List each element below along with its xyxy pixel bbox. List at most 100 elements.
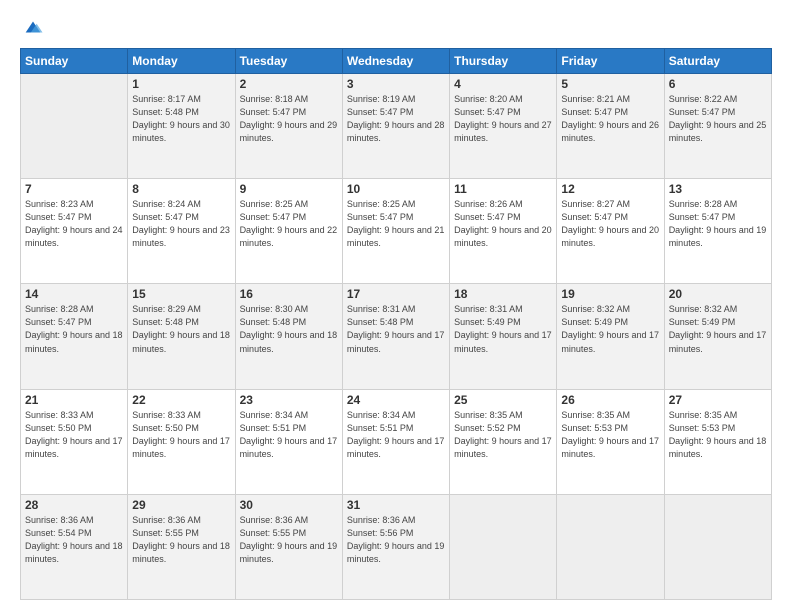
weekday-header: Saturday	[664, 49, 771, 74]
day-number: 6	[669, 77, 767, 91]
day-number: 25	[454, 393, 552, 407]
calendar-day-cell: 8 Sunrise: 8:24 AMSunset: 5:47 PMDaylight…	[128, 179, 235, 284]
day-info: Sunrise: 8:27 AMSunset: 5:47 PMDaylight:…	[561, 198, 659, 250]
day-number: 12	[561, 182, 659, 196]
day-info: Sunrise: 8:36 AMSunset: 5:55 PMDaylight:…	[132, 514, 230, 566]
day-info: Sunrise: 8:34 AMSunset: 5:51 PMDaylight:…	[240, 409, 338, 461]
weekday-header: Wednesday	[342, 49, 449, 74]
day-number: 10	[347, 182, 445, 196]
day-info: Sunrise: 8:35 AMSunset: 5:53 PMDaylight:…	[561, 409, 659, 461]
day-info: Sunrise: 8:32 AMSunset: 5:49 PMDaylight:…	[561, 303, 659, 355]
calendar-day-cell: 9 Sunrise: 8:25 AMSunset: 5:47 PMDaylight…	[235, 179, 342, 284]
calendar-day-cell	[557, 494, 664, 599]
day-number: 14	[25, 287, 123, 301]
day-info: Sunrise: 8:33 AMSunset: 5:50 PMDaylight:…	[132, 409, 230, 461]
day-number: 24	[347, 393, 445, 407]
day-info: Sunrise: 8:25 AMSunset: 5:47 PMDaylight:…	[347, 198, 445, 250]
day-number: 9	[240, 182, 338, 196]
day-number: 19	[561, 287, 659, 301]
day-number: 3	[347, 77, 445, 91]
day-number: 8	[132, 182, 230, 196]
calendar-day-cell: 14 Sunrise: 8:28 AMSunset: 5:47 PMDayligh…	[21, 284, 128, 389]
page: SundayMondayTuesdayWednesdayThursdayFrid…	[0, 0, 792, 612]
logo-icon	[22, 16, 44, 38]
calendar-day-cell	[450, 494, 557, 599]
day-number: 5	[561, 77, 659, 91]
day-number: 21	[25, 393, 123, 407]
day-info: Sunrise: 8:33 AMSunset: 5:50 PMDaylight:…	[25, 409, 123, 461]
header	[20, 16, 772, 38]
day-number: 13	[669, 182, 767, 196]
day-number: 28	[25, 498, 123, 512]
logo	[20, 16, 44, 38]
day-number: 18	[454, 287, 552, 301]
weekday-header: Monday	[128, 49, 235, 74]
calendar-day-cell: 19 Sunrise: 8:32 AMSunset: 5:49 PMDayligh…	[557, 284, 664, 389]
day-number: 16	[240, 287, 338, 301]
calendar-day-cell: 25 Sunrise: 8:35 AMSunset: 5:52 PMDayligh…	[450, 389, 557, 494]
day-info: Sunrise: 8:36 AMSunset: 5:56 PMDaylight:…	[347, 514, 445, 566]
calendar-day-cell: 4Sunrise: 8:20 AMSunset: 5:47 PMDaylight…	[450, 74, 557, 179]
day-info: Sunrise: 8:35 AMSunset: 5:53 PMDaylight:…	[669, 409, 767, 461]
calendar-day-cell: 27 Sunrise: 8:35 AMSunset: 5:53 PMDayligh…	[664, 389, 771, 494]
calendar-day-cell: 6 Sunrise: 8:22 AMSunset: 5:47 PMDaylight…	[664, 74, 771, 179]
calendar-table: SundayMondayTuesdayWednesdayThursdayFrid…	[20, 48, 772, 600]
day-info: Sunrise: 8:18 AMSunset: 5:47 PMDaylight:…	[240, 93, 338, 145]
day-info: Sunrise: 8:24 AMSunset: 5:47 PMDaylight:…	[132, 198, 230, 250]
calendar-day-cell: 12 Sunrise: 8:27 AMSunset: 5:47 PMDayligh…	[557, 179, 664, 284]
day-info: Sunrise: 8:29 AMSunset: 5:48 PMDaylight:…	[132, 303, 230, 355]
calendar-day-cell	[664, 494, 771, 599]
calendar-day-cell: 11 Sunrise: 8:26 AMSunset: 5:47 PMDayligh…	[450, 179, 557, 284]
calendar-day-cell: 13 Sunrise: 8:28 AMSunset: 5:47 PMDayligh…	[664, 179, 771, 284]
day-number: 15	[132, 287, 230, 301]
day-number: 11	[454, 182, 552, 196]
day-info: Sunrise: 8:19 AMSunset: 5:47 PMDaylight:…	[347, 93, 445, 145]
calendar-day-cell: 17 Sunrise: 8:31 AMSunset: 5:48 PMDayligh…	[342, 284, 449, 389]
day-number: 29	[132, 498, 230, 512]
calendar-day-cell: 2 Sunrise: 8:18 AMSunset: 5:47 PMDaylight…	[235, 74, 342, 179]
day-info: Sunrise: 8:28 AMSunset: 5:47 PMDaylight:…	[669, 198, 767, 250]
weekday-header: Tuesday	[235, 49, 342, 74]
day-info: Sunrise: 8:26 AMSunset: 5:47 PMDaylight:…	[454, 198, 552, 250]
day-info: Sunrise: 8:34 AMSunset: 5:51 PMDaylight:…	[347, 409, 445, 461]
calendar-day-cell: 22 Sunrise: 8:33 AMSunset: 5:50 PMDayligh…	[128, 389, 235, 494]
day-info: Sunrise: 8:28 AMSunset: 5:47 PMDaylight:…	[25, 303, 123, 355]
day-info: Sunrise: 8:31 AMSunset: 5:49 PMDaylight:…	[454, 303, 552, 355]
calendar-week-row: 7Sunrise: 8:23 AMSunset: 5:47 PMDaylight…	[21, 179, 772, 284]
day-info: Sunrise: 8:22 AMSunset: 5:47 PMDaylight:…	[669, 93, 767, 145]
day-info: Sunrise: 8:31 AMSunset: 5:48 PMDaylight:…	[347, 303, 445, 355]
day-number: 22	[132, 393, 230, 407]
day-info: Sunrise: 8:35 AMSunset: 5:52 PMDaylight:…	[454, 409, 552, 461]
calendar-day-cell: 5Sunrise: 8:21 AMSunset: 5:47 PMDaylight…	[557, 74, 664, 179]
weekday-header: Thursday	[450, 49, 557, 74]
day-number: 26	[561, 393, 659, 407]
calendar-day-cell: 23Sunrise: 8:34 AMSunset: 5:51 PMDayligh…	[235, 389, 342, 494]
day-number: 1	[132, 77, 230, 91]
day-info: Sunrise: 8:32 AMSunset: 5:49 PMDaylight:…	[669, 303, 767, 355]
calendar-day-cell: 10 Sunrise: 8:25 AMSunset: 5:47 PMDayligh…	[342, 179, 449, 284]
calendar-day-cell: 20 Sunrise: 8:32 AMSunset: 5:49 PMDayligh…	[664, 284, 771, 389]
calendar-week-row: 28 Sunrise: 8:36 AMSunset: 5:54 PMDayligh…	[21, 494, 772, 599]
day-number: 31	[347, 498, 445, 512]
day-number: 2	[240, 77, 338, 91]
calendar-day-cell: 28 Sunrise: 8:36 AMSunset: 5:54 PMDayligh…	[21, 494, 128, 599]
calendar-day-cell: 1 Sunrise: 8:17 AMSunset: 5:48 PMDaylight…	[128, 74, 235, 179]
day-number: 20	[669, 287, 767, 301]
calendar-day-cell: 21 Sunrise: 8:33 AMSunset: 5:50 PMDayligh…	[21, 389, 128, 494]
day-info: Sunrise: 8:30 AMSunset: 5:48 PMDaylight:…	[240, 303, 338, 355]
day-number: 30	[240, 498, 338, 512]
weekday-header: Sunday	[21, 49, 128, 74]
calendar-day-cell: 15 Sunrise: 8:29 AMSunset: 5:48 PMDayligh…	[128, 284, 235, 389]
day-info: Sunrise: 8:36 AMSunset: 5:54 PMDaylight:…	[25, 514, 123, 566]
calendar-day-cell: 18 Sunrise: 8:31 AMSunset: 5:49 PMDayligh…	[450, 284, 557, 389]
calendar-day-cell: 26 Sunrise: 8:35 AMSunset: 5:53 PMDayligh…	[557, 389, 664, 494]
day-number: 7	[25, 182, 123, 196]
day-info: Sunrise: 8:36 AMSunset: 5:55 PMDaylight:…	[240, 514, 338, 566]
weekday-header: Friday	[557, 49, 664, 74]
day-info: Sunrise: 8:17 AMSunset: 5:48 PMDaylight:…	[132, 93, 230, 145]
calendar-day-cell: 29 Sunrise: 8:36 AMSunset: 5:55 PMDayligh…	[128, 494, 235, 599]
calendar-day-cell: 24 Sunrise: 8:34 AMSunset: 5:51 PMDayligh…	[342, 389, 449, 494]
day-number: 17	[347, 287, 445, 301]
day-number: 27	[669, 393, 767, 407]
day-info: Sunrise: 8:25 AMSunset: 5:47 PMDaylight:…	[240, 198, 338, 250]
